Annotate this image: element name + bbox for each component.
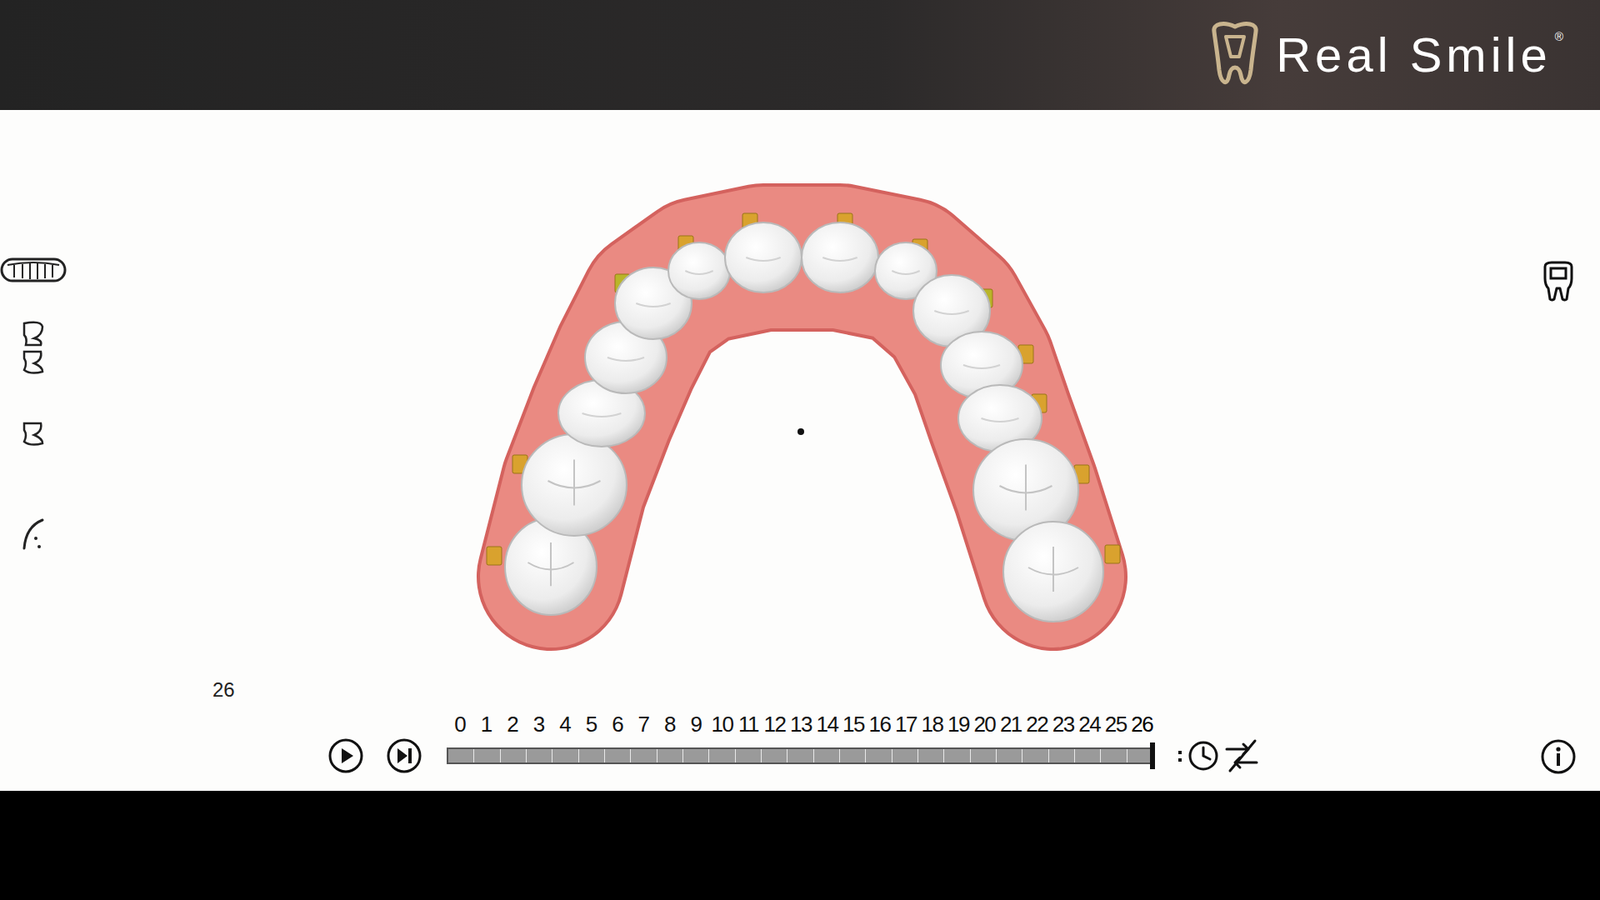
arch-angle-icon[interactable]	[20, 515, 46, 552]
timeline-tick	[865, 749, 892, 763]
attachment	[1105, 545, 1120, 564]
timeline-tick	[1049, 749, 1075, 763]
timeline-ticks	[448, 749, 1154, 763]
logo: Real Smile ®	[1205, 20, 1564, 90]
stage-label[interactable]: 15	[840, 711, 866, 738]
timeline-tick	[526, 749, 553, 763]
timeline-tick	[918, 749, 945, 763]
stage-label[interactable]: 0	[446, 711, 473, 738]
timeline-thumb[interactable]	[1150, 742, 1155, 770]
stage-label[interactable]: 14	[814, 711, 840, 738]
stage-label[interactable]: 22	[1024, 711, 1050, 738]
timeline-tick	[1075, 749, 1101, 763]
stage-label[interactable]: 4	[551, 711, 578, 738]
timeline-tick	[709, 749, 735, 763]
play-icon[interactable]	[327, 737, 365, 775]
tooth[interactable]	[521, 434, 627, 536]
header-bar: Real Smile ®	[0, 0, 1600, 110]
gum-outline	[550, 257, 1054, 577]
stage-label[interactable]: 17	[892, 711, 919, 738]
stage-label[interactable]: 6	[604, 711, 630, 738]
stage-label[interactable]: 7	[630, 711, 656, 738]
dental-arch-model[interactable]	[0, 110, 1600, 791]
trademark: ®	[1555, 30, 1564, 44]
timeline-tick	[605, 749, 631, 763]
timeline-tick	[996, 749, 1023, 763]
stage-labels: 0123456789101112131415161718192021222324…	[446, 709, 1155, 738]
tooth[interactable]	[801, 222, 879, 293]
stage-label[interactable]: 20	[971, 711, 998, 738]
viewer-area: 2601234567891011121314151617181920212223…	[0, 110, 1600, 791]
stage-label[interactable]: 25	[1102, 711, 1129, 738]
timeline-tick	[552, 749, 579, 763]
stage-label[interactable]: 2	[499, 711, 525, 738]
timeline-tick	[630, 749, 657, 763]
timeline-tick	[840, 749, 866, 763]
stage-label[interactable]: 11	[735, 711, 761, 738]
stage-label[interactable]: 21	[997, 711, 1024, 738]
stage-label[interactable]: 24	[1076, 711, 1103, 738]
timeline-tick	[735, 749, 762, 763]
timeline-tick	[579, 749, 605, 763]
timeline-tick	[1100, 749, 1127, 763]
no-repeat-icon[interactable]	[1223, 737, 1260, 775]
timeline-tick	[970, 749, 997, 763]
tooth[interactable]	[725, 222, 802, 293]
bite-view-icon[interactable]	[20, 318, 46, 377]
timeline-tick	[787, 749, 814, 763]
timeline-tick	[448, 749, 475, 763]
stage-label[interactable]: 10	[709, 711, 735, 738]
side-view-icon[interactable]	[20, 418, 46, 449]
playback-panel: 2601234567891011121314151617181920212223…	[66, 110, 1517, 791]
next-step-icon[interactable]	[385, 737, 423, 775]
stage-label[interactable]: 9	[682, 711, 709, 738]
center-dot	[797, 428, 805, 435]
timeline-tick	[944, 749, 970, 763]
stage-label[interactable]: 8	[656, 711, 683, 738]
timeline-track[interactable]	[446, 737, 1155, 775]
tooth[interactable]	[1003, 521, 1104, 622]
stage-label[interactable]: 18	[919, 711, 945, 738]
stage-label[interactable]: 16	[866, 711, 893, 738]
stage-label[interactable]: 5	[577, 711, 604, 738]
stage-label[interactable]: 13	[787, 711, 814, 738]
timeline-tick	[683, 749, 710, 763]
viewer-page: Real Smile®26012345678910111213141516171…	[0, 0, 1600, 900]
timeline-tick	[892, 749, 919, 763]
stage-label[interactable]: 12	[761, 711, 788, 738]
stage-label[interactable]: 19	[945, 711, 971, 738]
stage-label[interactable]: 1	[472, 711, 499, 738]
timeline-tick	[1022, 749, 1049, 763]
timeline-fill	[448, 749, 1154, 763]
gum	[550, 257, 1054, 577]
playback-controls: 0123456789101112131415161718192021222324…	[66, 709, 1517, 775]
upper-arch-view-icon[interactable]	[0, 255, 68, 285]
stage-timeline[interactable]: 0123456789101112131415161718192021222324…	[446, 709, 1155, 775]
timeline-tick	[761, 749, 788, 763]
stage-label[interactable]: 23	[1050, 711, 1076, 738]
side-toolbar	[1516, 110, 1600, 791]
info-icon[interactable]	[1540, 738, 1577, 775]
attachment	[486, 546, 502, 565]
current-stage: 26	[66, 676, 1517, 703]
brand-name: Real Smile	[1275, 25, 1551, 85]
tooth[interactable]	[668, 242, 730, 300]
letterbox-bar	[0, 790, 1600, 900]
timeline-tick	[500, 749, 527, 763]
timeline-tick	[474, 749, 500, 763]
timeline-tick	[657, 749, 684, 763]
stage-label[interactable]: 26	[1129, 711, 1155, 738]
speed-clock-icon[interactable]	[1176, 737, 1224, 775]
tooth-logo-icon	[1205, 20, 1265, 90]
tooth-select-icon[interactable]	[1540, 260, 1577, 302]
view-toolbar	[0, 110, 67, 791]
timeline-tick	[814, 749, 840, 763]
stage-label[interactable]: 3	[525, 711, 551, 738]
timeline-bar	[446, 747, 1155, 765]
